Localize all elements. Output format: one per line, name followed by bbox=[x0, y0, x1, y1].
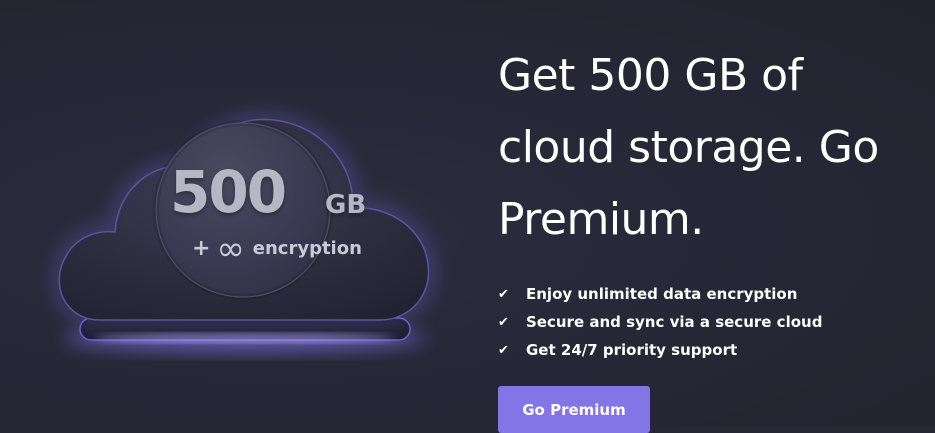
premium-promo-page: 500 GB + ∞ encryption Get 500 GB of clou… bbox=[0, 0, 935, 433]
feature-item: ✔ Get 24/7 priority support bbox=[498, 336, 918, 364]
feature-label: Get 24/7 priority support bbox=[526, 341, 738, 359]
page-title: Get 500 GB of cloud storage. Go Premium. bbox=[498, 50, 879, 245]
check-icon: ✔ bbox=[498, 314, 509, 330]
check-icon: ✔ bbox=[498, 286, 509, 302]
feature-item: ✔ Secure and sync via a secure cloud bbox=[498, 308, 918, 336]
feature-list: ✔ Enjoy unlimited data encryption ✔ Secu… bbox=[498, 280, 918, 364]
check-icon: ✔ bbox=[498, 342, 509, 358]
feature-label: Enjoy unlimited data encryption bbox=[526, 285, 798, 303]
encryption-tagline: + ∞ encryption bbox=[192, 229, 362, 269]
plus-sign: + bbox=[192, 236, 211, 261]
infinity-icon: ∞ bbox=[216, 229, 245, 269]
promo-content: Get 500 GB of cloud storage. Go Premium.… bbox=[498, 40, 918, 433]
feature-item: ✔ Enjoy unlimited data encryption bbox=[498, 280, 918, 308]
cloud-storage-illustration: 500 GB + ∞ encryption bbox=[40, 80, 450, 370]
feature-label: Secure and sync via a secure cloud bbox=[526, 313, 823, 331]
storage-amount: 500 bbox=[170, 158, 287, 226]
storage-unit: GB bbox=[325, 190, 367, 220]
encryption-label: encryption bbox=[252, 238, 362, 259]
